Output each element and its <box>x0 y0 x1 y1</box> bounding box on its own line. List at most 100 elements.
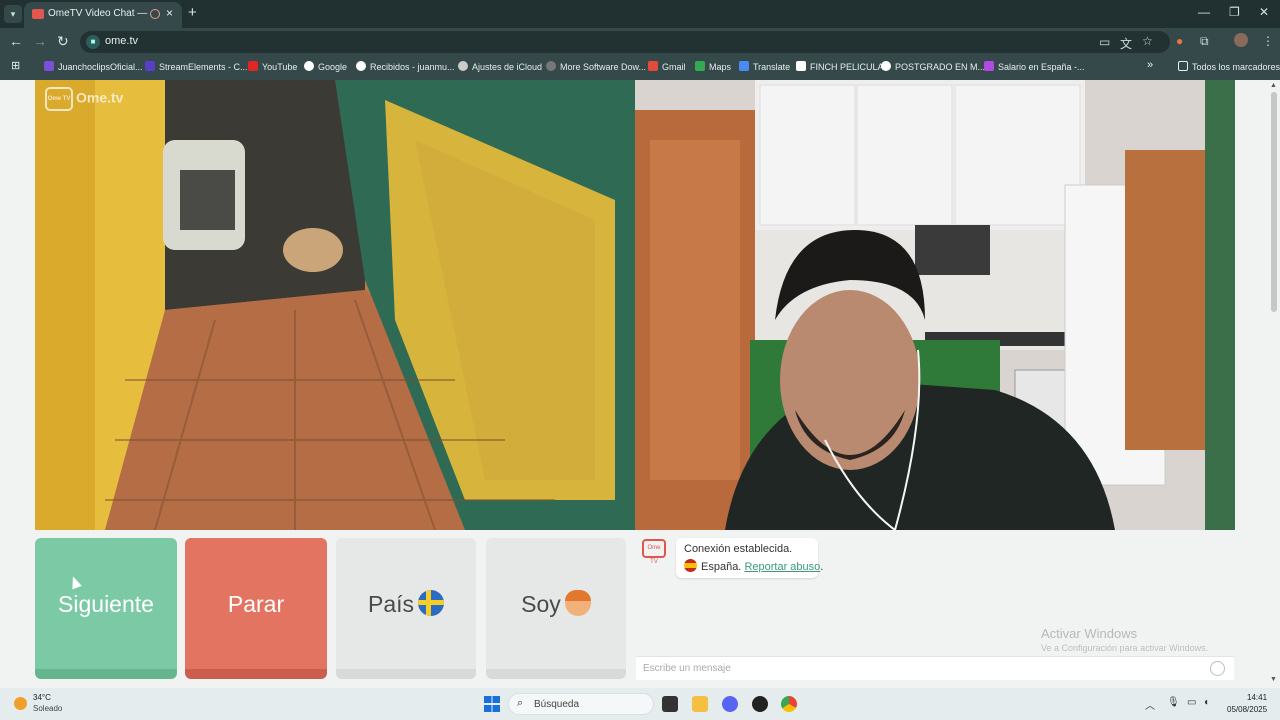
bookmark-label: JuanchoclipsOficial... <box>58 62 143 72</box>
apps-grid-icon[interactable]: ⊞ <box>11 59 20 73</box>
bookmark-label: Salario en España -... <box>998 62 1085 72</box>
taskbar-search[interactable]: ⌕ Búsqueda <box>508 693 654 715</box>
bookmark-item[interactable]: Ajustes de iCloud <box>458 61 542 75</box>
country-line: España. Reportar abuso. <box>684 559 823 573</box>
stop-button[interactable]: Parar <box>185 538 327 679</box>
local-video-frame <box>635 80 1235 530</box>
next-button-label: Siguiente <box>58 591 154 617</box>
microphone-icon[interactable]: 🎙 <box>1167 697 1180 708</box>
bookmark-item[interactable]: Salario en España -... <box>984 61 1085 75</box>
extension-fox-icon[interactable]: ● <box>1176 34 1183 48</box>
page-scrollbar[interactable]: ▲ ▼ <box>1268 80 1280 688</box>
bookmark-item[interactable]: JuanchoclipsOficial... <box>44 61 143 75</box>
translate-icon[interactable]: 文 <box>1120 35 1132 52</box>
activate-windows-title: Activar Windows <box>1041 626 1138 641</box>
bookmarks-bar: ⊞ JuanchoclipsOficial... StreamElements … <box>0 56 1280 80</box>
network-icon[interactable]: ▭ <box>1187 697 1196 708</box>
scroll-down-icon[interactable]: ▼ <box>1270 676 1277 683</box>
scroll-thumb[interactable] <box>1271 92 1277 312</box>
weather-temperature[interactable]: 34°C <box>33 693 51 702</box>
tab-search-icon[interactable]: ▾ <box>4 5 22 23</box>
bookmark-item[interactable]: Google <box>304 61 347 75</box>
remote-video-frame <box>35 80 635 530</box>
discord-icon[interactable] <box>722 696 738 712</box>
bookmark-item[interactable]: Translate <box>739 61 790 75</box>
emoji-picker-icon[interactable] <box>1210 661 1225 676</box>
bookmark-label: FINCH PELICULA <box>810 62 884 72</box>
minimize-icon[interactable]: — <box>1198 5 1210 19</box>
close-window-icon[interactable]: ✕ <box>1259 5 1269 19</box>
country-filter-button[interactable]: País <box>336 538 476 679</box>
file-explorer-icon[interactable] <box>692 696 708 712</box>
bookmark-item[interactable]: Recibidos - juanmu... <box>356 61 455 75</box>
bookmark-label: StreamElements - C... <box>159 62 248 72</box>
restore-icon[interactable]: ❐ <box>1229 5 1240 19</box>
scroll-up-icon[interactable]: ▲ <box>1270 82 1277 89</box>
url-text: ome.tv <box>105 35 139 47</box>
new-tab-button[interactable]: + <box>188 4 197 21</box>
country-name: España. <box>701 561 742 573</box>
connection-message: Conexión establecida. <box>684 543 793 555</box>
menu-dots-icon[interactable]: ⋮ <box>1262 34 1274 48</box>
message-input[interactable]: Escribe un mensaje <box>636 656 1234 680</box>
chat-panel: Ome TV Conexión establecida. España. Rep… <box>636 530 1234 680</box>
windows-start-icon[interactable] <box>484 696 500 712</box>
recording-icon <box>150 9 160 19</box>
windows-taskbar: 34°C Soleado ⌕ Búsqueda ︿ 🎙 ▭ ◖ 14:41 05… <box>0 688 1280 720</box>
bookmark-label: More Software Dow... <box>560 62 647 72</box>
message-placeholder: Escribe un mensaje <box>643 663 731 674</box>
tab-ometv[interactable]: OmeTV Video Chat — Ome... × <box>24 2 182 28</box>
site-info-icon[interactable]: ■ <box>86 35 100 49</box>
clock-date[interactable]: 05/08/2025 <box>1227 705 1267 714</box>
activate-windows-subtitle: Ve a Configuración para activar Windows. <box>1041 643 1209 653</box>
boy-emoji-icon <box>564 590 591 616</box>
search-icon: ⌕ <box>517 697 524 709</box>
search-placeholder: Búsqueda <box>534 699 580 710</box>
ometv-logo[interactable]: Ome TV Ome.tv <box>45 87 123 111</box>
next-button[interactable]: Siguiente <box>35 538 177 679</box>
cast-icon[interactable]: ▭ <box>1099 35 1110 49</box>
report-abuse-link[interactable]: Reportar abuso <box>744 561 820 573</box>
bookmark-label: Recibidos - juanmu... <box>370 62 455 72</box>
bookmark-label: Ajustes de iCloud <box>472 62 543 72</box>
extensions-puzzle-icon[interactable]: ⧉ <box>1200 34 1209 49</box>
country-button-label: País <box>367 591 415 617</box>
sun-weather-icon[interactable] <box>14 697 27 710</box>
gender-select-button[interactable]: Soy <box>486 538 626 679</box>
ometv-favicon-icon <box>32 9 44 19</box>
chrome-icon[interactable] <box>781 696 797 712</box>
bookmark-item[interactable]: YouTube <box>248 61 297 75</box>
weather-description[interactable]: Soleado <box>33 704 62 713</box>
bookmark-star-icon[interactable]: ☆ <box>1142 34 1153 48</box>
clock-time[interactable]: 14:41 <box>1247 693 1267 702</box>
back-icon[interactable]: ← <box>9 33 23 49</box>
gender-button-label: Soy <box>521 591 561 617</box>
apple-icon <box>458 61 468 71</box>
all-bookmarks-folder[interactable]: Todos los marcadores <box>1178 61 1280 75</box>
show-hidden-icons-icon[interactable]: ︿ <box>1145 697 1155 712</box>
bookmark-item[interactable]: Maps <box>695 61 731 75</box>
bookmark-item[interactable]: More Software Dow... <box>546 61 646 75</box>
bookmark-label: POSTGRADO EN M... <box>895 62 986 72</box>
ometv-logo-text: Ome.tv <box>76 89 124 106</box>
volume-icon[interactable]: ◖ <box>1203 697 1209 708</box>
bookmark-label: Maps <box>709 62 732 72</box>
obs-icon[interactable] <box>752 696 768 712</box>
google-icon <box>304 61 314 71</box>
forward-icon[interactable]: → <box>33 33 47 49</box>
bookmark-label: Translate <box>753 62 791 72</box>
reload-icon[interactable]: ↻ <box>57 33 69 50</box>
tab-close-icon[interactable]: × <box>166 6 173 20</box>
bookmark-favicon-icon <box>44 61 54 71</box>
maps-icon <box>695 61 705 71</box>
system-message: Conexión establecida. España. Reportar a… <box>676 538 823 578</box>
gmail-icon <box>648 61 658 71</box>
address-bar[interactable]: ■ ome.tv <box>80 31 1170 53</box>
bookmark-item[interactable]: POSTGRADO EN M... <box>881 61 985 75</box>
task-view-icon[interactable] <box>662 696 678 712</box>
bookmark-item[interactable]: FINCH PELICULA <box>796 61 884 75</box>
more-bookmarks-icon[interactable]: » <box>1147 59 1153 73</box>
profile-avatar[interactable] <box>1234 33 1248 47</box>
bookmark-item[interactable]: Gmail <box>648 61 686 75</box>
bookmark-item[interactable]: StreamElements - C... <box>145 61 248 75</box>
